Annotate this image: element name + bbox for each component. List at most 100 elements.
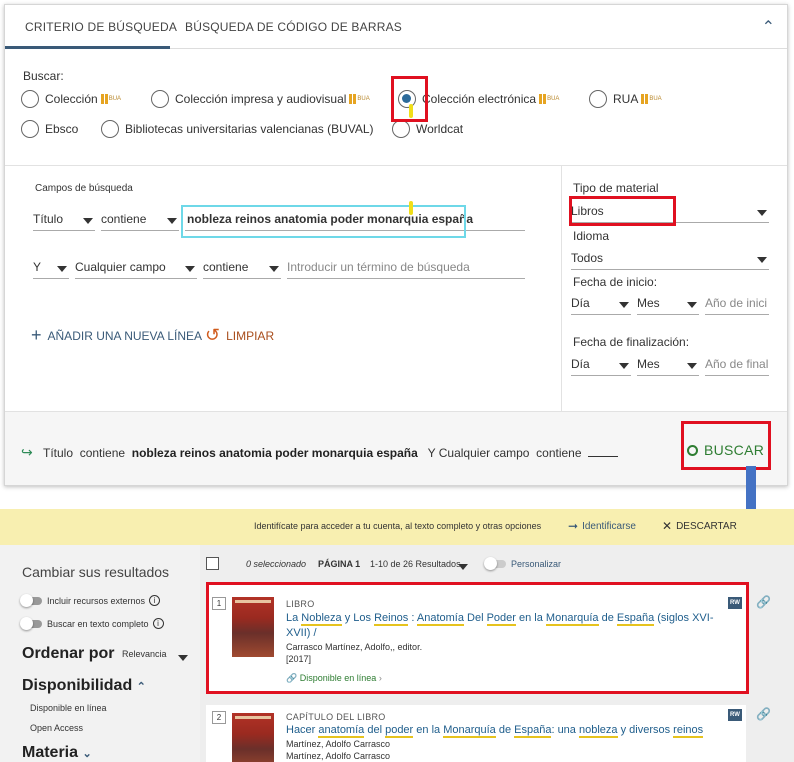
highlighted-term: poder: [385, 724, 414, 738]
result-type: CAPÍTULO DEL LIBRO: [286, 712, 386, 722]
search-term-input-row2[interactable]: Introducir un término de búsqueda: [287, 257, 525, 279]
title-text: : una: [551, 724, 579, 736]
tab-search-criteria[interactable]: CRITERIO DE BÚSQUEDA: [25, 20, 177, 34]
end-month-select[interactable]: Mes: [637, 354, 699, 376]
scope-radio-coleccion[interactable]: Colección BUA: [21, 90, 121, 108]
highlighted-term: reinos: [673, 724, 704, 738]
query-summary-bar: ↪ Título contiene nobleza reinos anatomi…: [5, 411, 787, 485]
operator-select-row1[interactable]: contiene: [101, 209, 179, 231]
add-line-button[interactable]: + AÑADIR UNA NUEVA LÍNEA: [31, 325, 202, 346]
dismiss-button[interactable]: ✕ DESCARTAR: [662, 519, 737, 533]
cursor-marker-icon: [409, 201, 413, 215]
column-divider: [561, 166, 562, 411]
bua-logo-icon: BUA: [349, 94, 370, 104]
bool-select-row2[interactable]: Y: [33, 257, 69, 279]
chevron-up-icon[interactable]: ⌃: [762, 17, 775, 37]
start-day-select[interactable]: Día: [571, 293, 631, 315]
toggle-label: Buscar en texto completo: [47, 618, 149, 629]
personalize-toggle[interactable]: Personalizar: [484, 557, 562, 570]
tab-barcode-search[interactable]: BÚSQUEDA DE CÓDIGO DE BARRAS: [185, 20, 402, 34]
highlighted-term: anatomía: [318, 724, 365, 738]
add-line-label: AÑADIR UNA NUEVA LÍNEA: [47, 328, 203, 343]
availability-heading[interactable]: Disponibilidad ⌃: [22, 677, 146, 695]
toggle-fulltext-search[interactable]: Buscar en texto completo i: [20, 616, 164, 630]
material-label: Tipo de material: [573, 181, 659, 195]
sort-label: Ordenar por: [22, 645, 115, 662]
refine-heading: Cambiar sus resultados: [22, 564, 170, 580]
end-day-select[interactable]: Día: [571, 354, 631, 376]
scope-radio-worldcat[interactable]: Worldcat: [392, 120, 463, 138]
field-select-row1[interactable]: Título: [33, 209, 95, 231]
caret-down-icon: [619, 302, 629, 308]
end-date-label: Fecha de finalización:: [573, 335, 690, 349]
result-item[interactable]: 2 CAPÍTULO DEL LIBRO Hacer anatomía del …: [206, 705, 746, 762]
subject-heading[interactable]: Materia ⌄: [22, 744, 92, 762]
radio-icon: [392, 120, 410, 138]
scope-option-label: RUA: [613, 92, 639, 106]
scope-option-label: Colección: [45, 92, 98, 106]
login-banner: Identifícate para acceder a tu cuenta, a…: [0, 509, 794, 545]
start-month-select[interactable]: Mes: [637, 293, 699, 315]
select-value: Título: [33, 212, 64, 226]
scope-label: Buscar:: [23, 69, 64, 83]
bua-logo-icon: BUA: [539, 94, 559, 104]
annotation-highlight: [181, 205, 466, 238]
banner-text: Identifícate para acceder a tu cuenta, a…: [254, 521, 542, 531]
scope-radio-ebsco[interactable]: Ebsco: [21, 120, 78, 138]
title-text: Hacer: [286, 724, 319, 736]
radio-icon: [151, 90, 169, 108]
select-value: Mes: [637, 296, 660, 310]
login-link[interactable]: ➞ Identificarse: [568, 519, 636, 533]
rw-badge-icon[interactable]: RW: [728, 709, 742, 721]
login-icon: ➞: [568, 519, 579, 533]
permalink-icon[interactable]: 🔗: [756, 707, 771, 721]
end-year-input[interactable]: Año de final: [705, 354, 769, 376]
info-icon[interactable]: i: [149, 595, 161, 606]
radio-icon: [589, 90, 607, 108]
arrow-right-icon: ↪: [21, 444, 33, 460]
result-author: Martínez, Adolfo Carrasco: [286, 739, 391, 749]
caret-down-icon: [458, 564, 468, 570]
toggle-switch-icon: [484, 557, 506, 570]
select-all-checkbox[interactable]: [206, 557, 219, 570]
caret-down-icon: [269, 266, 279, 272]
select-value: Día: [571, 357, 590, 371]
book-cover-image[interactable]: [232, 713, 274, 762]
toggle-switch-icon: [20, 593, 42, 607]
dismiss-label: DESCARTAR: [676, 520, 737, 532]
operator-select-row2[interactable]: contiene: [203, 257, 281, 279]
select-value: contiene: [203, 260, 249, 274]
advanced-search-panel: CRITERIO DE BÚSQUEDA BÚSQUEDA DE CÓDIGO …: [4, 4, 788, 486]
scope-radio-rua[interactable]: RUA BUA: [589, 90, 662, 108]
bua-logo-icon: BUA: [100, 94, 121, 104]
scope-option-label: Colección electrónica: [422, 92, 537, 106]
radio-icon: [21, 120, 39, 138]
scope-option-label: Colección impresa y audiovisual: [175, 92, 347, 106]
scope-radio-buval[interactable]: Bibliotecas universitarias valencianas (…: [101, 120, 374, 138]
annotation-highlight: [206, 582, 749, 694]
toggle-label: Incluir recursos externos: [47, 595, 146, 606]
scope-radio-impresa[interactable]: Colección impresa y audiovisual BUA: [151, 90, 370, 108]
title-text: en la: [413, 724, 444, 736]
field-select-row2[interactable]: Cualquier campo: [75, 257, 197, 279]
title-text: del: [364, 724, 386, 736]
clear-button[interactable]: ↺ LIMPIAR: [205, 325, 274, 346]
availability-online-link[interactable]: Disponible en línea: [30, 703, 107, 713]
page-indicator: PÁGINA 1: [318, 559, 361, 569]
title-text: de: [495, 724, 515, 736]
results-range-select[interactable]: 1-10 de 26 Resultados: [370, 556, 470, 578]
caret-down-icon: [83, 218, 93, 224]
result-title-link[interactable]: Hacer anatomía del poder en la Monarquía…: [286, 723, 726, 738]
language-select[interactable]: Todos: [571, 248, 769, 270]
highlighted-term: España: [514, 724, 552, 738]
permalink-icon[interactable]: 🔗: [756, 595, 771, 609]
start-year-input[interactable]: Año de inici: [705, 293, 769, 315]
toggle-label: Personalizar: [511, 559, 562, 569]
info-icon[interactable]: i: [152, 618, 164, 629]
fields-label: Campos de búsqueda: [35, 183, 133, 194]
toggle-external-resources[interactable]: Incluir recursos externos i: [20, 593, 161, 607]
caret-down-icon: [185, 266, 195, 272]
availability-open-access-link[interactable]: Open Access: [30, 723, 83, 733]
select-value: Cualquier campo: [75, 260, 166, 274]
sort-select[interactable]: Relevancia: [122, 646, 190, 668]
